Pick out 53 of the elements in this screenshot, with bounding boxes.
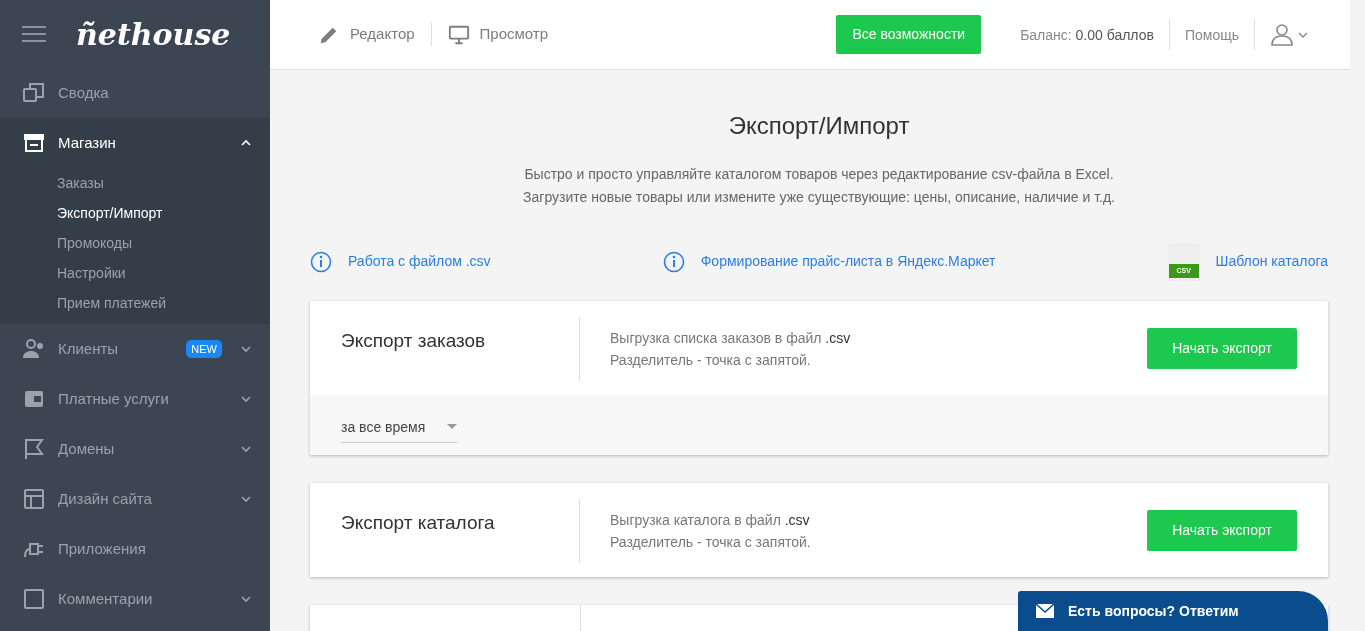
sidebar-subitem[interactable]: Прием платежей (0, 288, 270, 318)
period-dropdown[interactable]: за все время (341, 414, 458, 443)
sidebar-item-label: Платные услуги (58, 388, 169, 409)
sidebar-item[interactable]: Домены (0, 424, 270, 474)
people-icon (22, 337, 46, 361)
sidebar-item-label: Сводка (58, 82, 109, 103)
menu-icon[interactable] (22, 26, 46, 42)
sidebar-subitem[interactable]: Промокоды (0, 228, 270, 258)
features-button[interactable]: Все возможности (836, 15, 982, 54)
squares-icon (22, 81, 46, 105)
info-icon (662, 250, 685, 273)
sidebar-item[interactable]: Платные услуги (0, 374, 270, 424)
shop-icon (22, 131, 46, 155)
flag-icon (22, 437, 46, 461)
monitor-icon (447, 23, 470, 46)
user-menu-icon[interactable] (1270, 22, 1310, 47)
sidebar-item[interactable]: Сводка (0, 68, 270, 118)
logo: ñethouse (76, 15, 231, 54)
square-icon (22, 587, 46, 611)
sidebar-subitem[interactable]: Экспорт/Импорт (0, 198, 270, 228)
export-button[interactable]: Начать экспорт (1147, 510, 1297, 552)
page-title: Экспорт/Импорт (727, 112, 911, 141)
sidebar-item-label: Клиенты (58, 338, 119, 359)
sidebar-item-label: Комментарии (58, 588, 153, 609)
sidebar-item-label: Приложения (58, 538, 146, 559)
card-title: Экспорт заказов (341, 328, 487, 353)
sidebar-item[interactable]: Комментарии (0, 574, 270, 624)
chat-button[interactable]: Есть вопросы? Ответим (1018, 591, 1328, 631)
help-link[interactable]: Формирование прайс-листа в Яндекс.Маркет (700, 251, 996, 273)
sidebar-item[interactable]: Дизайн сайта (0, 474, 270, 524)
sidebar-item-label: Магазин (58, 132, 116, 153)
dropdown-caret-icon (447, 424, 458, 431)
intro-text: Загрузите новые товары или измените уже существующие: цены, описание, наличие и т.д. (522, 187, 1116, 207)
new-badge: NEW (186, 339, 222, 359)
balance-text: Баланс: 0.00 баллов (1005, 19, 1170, 50)
sidebar-item-label: Дизайн сайта (58, 488, 152, 509)
sidebar-item[interactable]: Приложения (0, 524, 270, 574)
export-button[interactable]: Начать экспорт (1147, 328, 1297, 370)
sidebar-item-label: Домены (58, 438, 115, 459)
layout-icon (22, 487, 46, 511)
card-title: Экспорт каталога (341, 510, 496, 535)
envelope-icon (1036, 604, 1054, 618)
help-link[interactable]: Работа с файлом .csv (348, 251, 491, 273)
help-link[interactable]: Шаблон каталога (1215, 251, 1328, 273)
mode-link[interactable]: Просмотр (431, 23, 565, 46)
info-icon (310, 250, 332, 273)
sidebar-subitem[interactable]: Заказы (0, 168, 270, 198)
help-link[interactable]: Помощь (1169, 19, 1255, 50)
sidebar-item[interactable]: Клиенты NEW (0, 324, 270, 374)
sidebar-subitem[interactable]: Настройки (0, 258, 270, 288)
mode-link[interactable]: Редактор (318, 23, 432, 46)
intro-text: Быстро и просто управляйте каталогом товаров через редактирование csv-файла в Excel. (523, 164, 1115, 184)
sidebar-item[interactable]: Магазин (0, 118, 270, 168)
